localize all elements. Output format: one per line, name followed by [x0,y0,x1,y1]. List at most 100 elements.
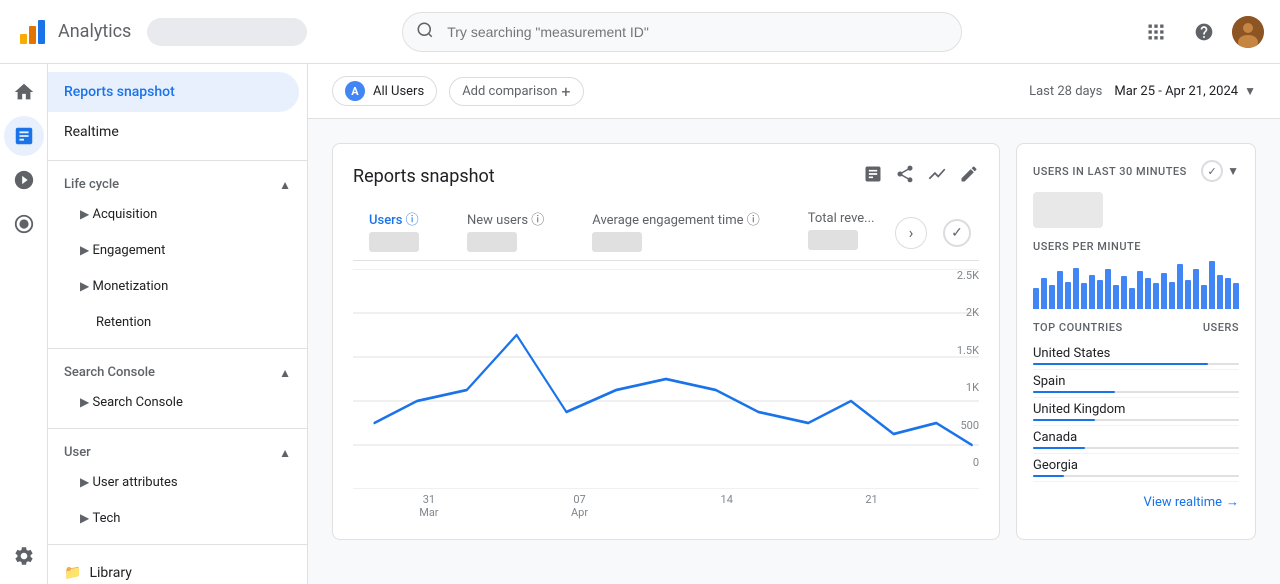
realtime-bar-8 [1097,280,1103,309]
account-selector[interactable] [147,18,307,46]
app-header: Analytics [0,0,1280,64]
search-console-sub-label: Search Console [92,395,182,410]
add-comparison-plus-icon: + [561,82,570,101]
sidebar-divider-1 [48,160,307,161]
country-bar-fill-3 [1033,447,1085,449]
sidebar-item-library[interactable]: 📁 Library [48,553,299,584]
y-label-500: 500 [944,419,979,432]
realtime-bar-4 [1065,282,1071,309]
country-name-1: Spain [1033,374,1239,389]
user-avatar[interactable] [1232,16,1264,48]
country-info: Spain [1033,374,1239,393]
users-column-label: USERS [1203,321,1239,334]
add-chart-icon[interactable] [863,164,883,189]
metrics-next-button[interactable]: › [895,217,927,249]
sidebar-item-tech[interactable]: ▶ Tech [48,500,299,536]
realtime-bar-25 [1233,283,1239,309]
monetization-chevron-icon: ▶ [80,279,89,293]
sidebar-item-retention[interactable]: Retention [48,304,299,340]
metric-tab-avg-engagement[interactable]: Average engagement time ⓘ [576,205,775,260]
retention-label: Retention [80,315,151,330]
x-date-31: 31 [419,493,438,506]
realtime-bar-20 [1193,269,1199,309]
metric-tab-new-users[interactable]: New users ⓘ [451,205,560,260]
realtime-header: USERS IN LAST 30 MINUTES ✓ ▼ [1033,160,1239,182]
chart-type-icon[interactable] [927,164,947,189]
reports-nav-button[interactable] [4,116,44,156]
settings-nav-button[interactable] [4,536,44,576]
countries-header: TOP COUNTRIES USERS [1033,321,1239,334]
snapshot-card-actions [863,164,979,189]
sidebar-item-user-attributes[interactable]: ▶ User attributes [48,464,299,500]
realtime-bar-13 [1137,271,1143,309]
sidebar-item-engagement[interactable]: ▶ Engagement [48,232,299,268]
search-console-section-header[interactable]: Search Console ▲ [48,357,307,384]
x-label-21: 21 [865,493,877,519]
add-comparison-label: Add comparison [462,84,557,99]
home-nav-button[interactable] [4,72,44,112]
search-console-label: Search Console [64,365,155,380]
sidebar-item-reports-snapshot[interactable]: Reports snapshot [48,72,299,112]
content-header-bar: A All Users Add comparison + Last 28 day… [308,64,1280,119]
edit-icon[interactable] [959,164,979,189]
sidebar-item-monetization[interactable]: ▶ Monetization [48,268,299,304]
add-comparison-button[interactable]: Add comparison + [449,77,583,106]
realtime-check-icon[interactable]: ✓ [1201,160,1223,182]
all-users-avatar: A [345,81,365,101]
country-info: Georgia [1033,458,1239,477]
sidebar-item-acquisition[interactable]: ▶ Acquisition [48,196,299,232]
date-range-selector[interactable]: Last 28 days Mar 25 - Apr 21, 2024 ▼ [1029,84,1256,99]
all-users-chip[interactable]: A All Users [332,76,437,106]
metric-total-rev-label: Total reve... [808,211,875,226]
metric-tab-users[interactable]: Users ⓘ [353,205,435,260]
realtime-bar-3 [1057,271,1063,309]
acquisition-chevron-icon: ▶ [80,207,89,221]
x-date-14: 14 [721,493,733,506]
x-label-14: 14 [721,493,733,519]
country-bar-fill-4 [1033,475,1064,477]
advertising-nav-button[interactable] [4,204,44,244]
search-console-chevron-icon: ▲ [279,366,291,380]
y-axis-labels: 2.5K 2K 1.5K 1K 500 0 [944,269,979,469]
user-attributes-label: User attributes [92,475,177,490]
date-range-dates-label: Mar 25 - Apr 21, 2024 [1114,84,1238,99]
x-month-apr: Apr [571,506,588,519]
country-bar-fill-2 [1033,419,1095,421]
metrics-check-icon[interactable]: ✓ [943,219,971,247]
sidebar-item-search-console[interactable]: ▶ Search Console [48,384,299,420]
realtime-bar-21 [1201,285,1207,309]
home-icon [13,81,35,103]
explore-icon [13,169,35,191]
country-name-2: United Kingdom [1033,402,1239,417]
life-cycle-section-header[interactable]: Life cycle ▲ [48,169,307,196]
metric-new-users-value [467,232,517,252]
realtime-dropdown-chevron-icon[interactable]: ▼ [1227,164,1239,178]
main-layout: Reports snapshot Realtime Life cycle ▲ ▶… [0,64,1280,584]
view-realtime-link[interactable]: View realtime → [1033,494,1239,510]
grid-icon-button[interactable] [1136,12,1176,52]
search-console-sub-chevron-icon: ▶ [80,395,89,409]
analytics-logo-icon [16,16,48,48]
realtime-bar-11 [1121,276,1127,309]
top-countries-label: TOP COUNTRIES [1033,321,1123,334]
realtime-bar-0 [1033,288,1039,309]
realtime-bar-23 [1217,275,1223,309]
search-input[interactable] [402,12,962,52]
main-content: A All Users Add comparison + Last 28 day… [308,64,1280,584]
engagement-label: Engagement [92,243,165,258]
realtime-bar-6 [1081,283,1087,309]
share-icon[interactable] [895,164,915,189]
realtime-bar-19 [1185,280,1191,309]
country-bar-fill-1 [1033,391,1115,393]
x-label-07-apr: 07 Apr [571,493,588,519]
metric-avg-engagement-label: Average engagement time ⓘ [592,209,759,228]
explore-nav-button[interactable] [4,160,44,200]
help-icon-button[interactable] [1184,12,1224,52]
user-section-header[interactable]: User ▲ [48,437,307,464]
view-realtime-label: View realtime [1144,495,1222,510]
sidebar-item-realtime[interactable]: Realtime [48,112,299,152]
per-minute-label: USERS PER MINUTE [1033,240,1239,253]
metric-tab-total-rev[interactable]: Total reve... [792,207,891,258]
grid-icon [1146,22,1166,42]
metric-avg-engagement-value [592,232,642,252]
